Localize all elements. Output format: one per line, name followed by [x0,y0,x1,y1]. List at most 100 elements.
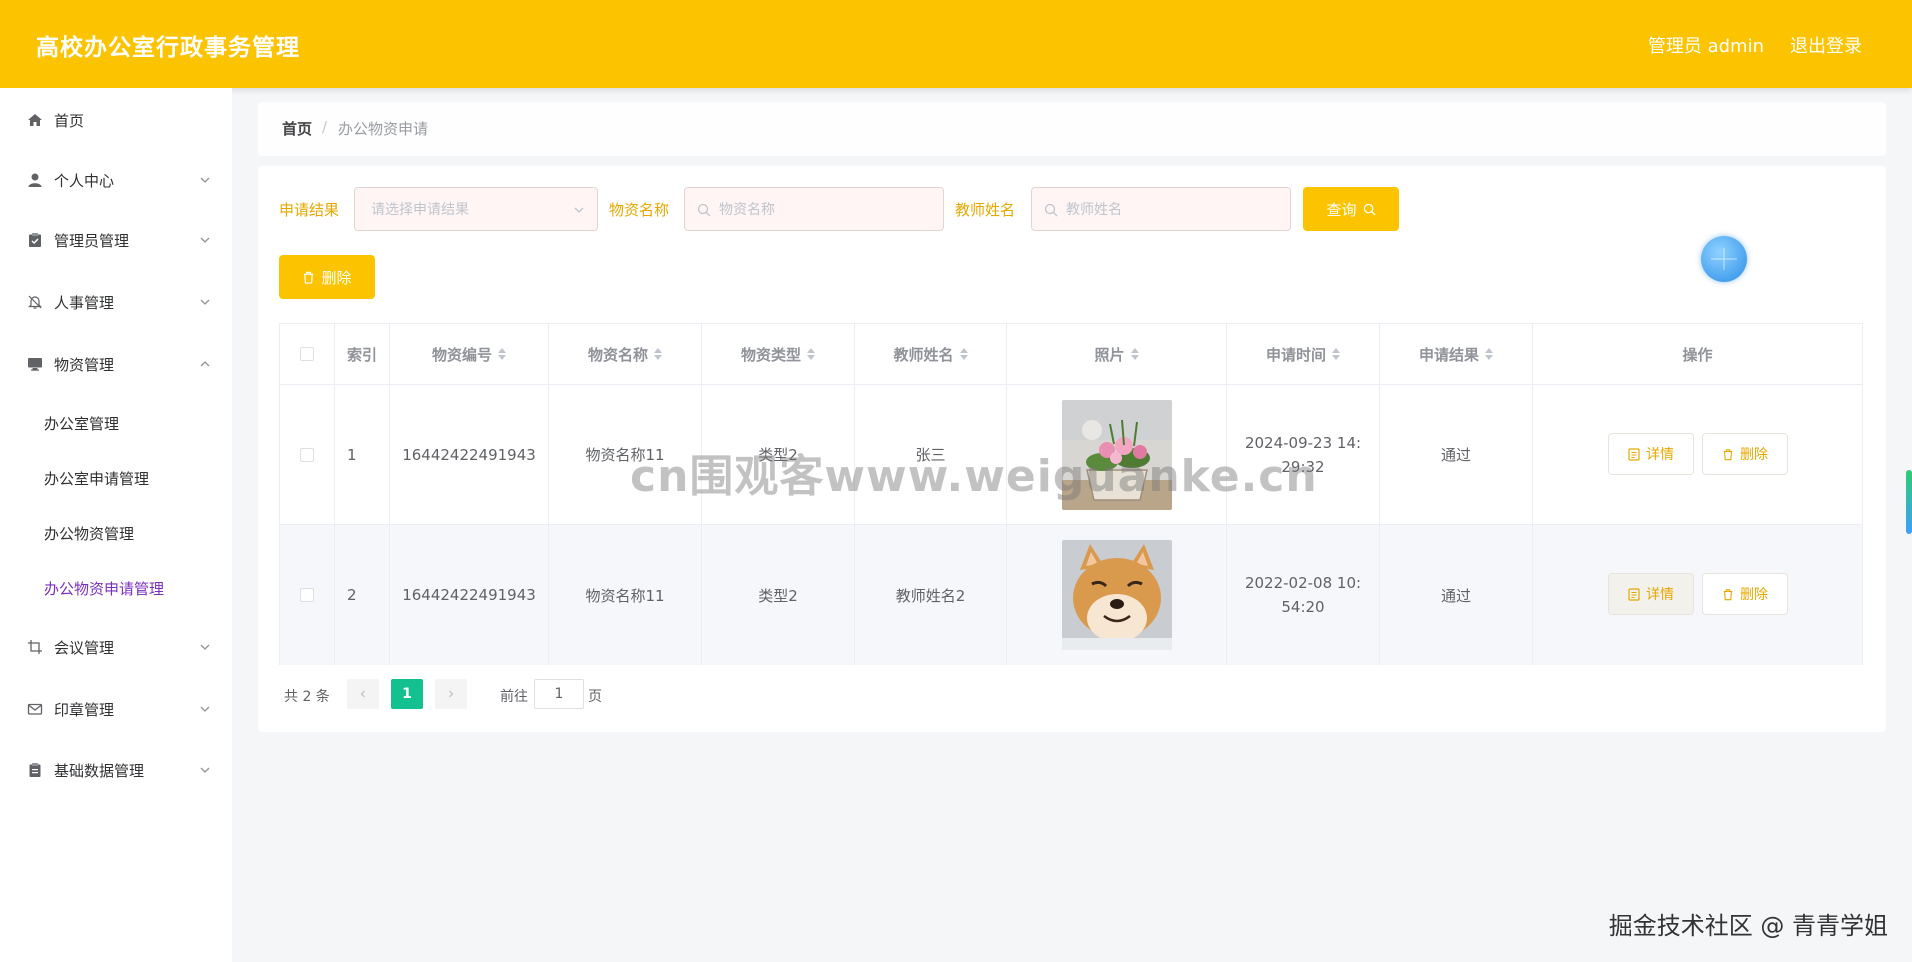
sidebar: 首页 个人中心 管理员管理 人事管理 物资管理 办公室管理 办公室申请管理 办公… [0,88,232,962]
logout-link[interactable]: 退出登录 [1790,32,1862,58]
floating-assistant-icon[interactable] [1701,236,1747,282]
header-teacher-label: 教师姓名 [893,345,954,364]
sidebar-subitem-office-application[interactable]: 办公室申请管理 [0,456,232,500]
row-name: 物资名称11 [549,525,702,665]
chevron-left-icon [360,690,365,698]
shiba-dog-photo[interactable] [1061,540,1172,650]
sort-icon[interactable] [1485,347,1493,361]
sidebar-item-materials-management[interactable]: 物资管理 [0,342,232,386]
row-select-cell [280,385,335,524]
row-actions: 详情 删除 [1533,525,1862,665]
sidebar-item-seal-management[interactable]: 印章管理 [0,687,232,731]
header-teacher[interactable]: 教师姓名 [855,324,1007,384]
teacher-input[interactable]: 教师姓名 [1031,187,1291,231]
header-time-label: 申请时间 [1265,345,1326,364]
row-delete-button[interactable]: 删除 [1702,433,1788,475]
row-result-value: 通过 [1440,586,1471,605]
batch-delete-label: 删除 [321,268,352,287]
header-name[interactable]: 物资名称 [549,324,702,384]
sort-icon[interactable] [959,347,968,361]
breadcrumb-home[interactable]: 首页 [282,118,312,139]
row-code: 16442422491943 [390,385,549,524]
sidebar-subitem-label: 办公室管理 [44,414,120,433]
sidebar-item-label: 物资管理 [54,355,115,374]
trash-icon [1723,588,1733,600]
row-code-value: 16442422491943 [402,586,536,604]
sidebar-subitem-office-management[interactable]: 办公室管理 [0,401,232,445]
row-teacher-value: 教师姓名2 [895,586,966,605]
sidebar-item-label: 基础数据管理 [54,761,145,780]
row-code-value: 16442422491943 [402,445,536,464]
sidebar-item-personal-center[interactable]: 个人中心 [0,158,232,202]
header-result[interactable]: 申请结果 [1380,324,1533,384]
search-icon [697,203,711,217]
header-name-label: 物资名称 [587,345,648,364]
sidebar-subitem-office-supplies[interactable]: 办公物资管理 [0,511,232,555]
table-header-row: 索引 物资编号 物资名称 物资类型 教师姓名 照片 申请时间 申请结果 操作 [280,324,1862,385]
row-delete-button[interactable]: 删除 [1702,573,1788,615]
top-header: 高校办公室行政事务管理 管理员 admin 退出登录 [0,0,1912,88]
batch-delete-button[interactable]: 删除 [279,255,375,299]
row-index-value: 2 [347,586,357,604]
sidebar-subitem-label: 办公物资管理 [44,524,135,543]
name-filter-label: 物资名称 [609,201,670,219]
chevron-down-icon [200,644,210,650]
goto-page-input[interactable]: 1 [534,679,584,709]
chevron-down-icon [574,207,584,213]
row-photo [1007,525,1227,665]
sidebar-item-admin-management[interactable]: 管理员管理 [0,218,232,262]
header-photo[interactable]: 照片 [1007,324,1227,384]
breadcrumb: 首页 / 办公物资申请 [258,102,1886,156]
header-code-label: 物资编号 [431,345,492,364]
sidebar-item-label: 人事管理 [54,293,115,312]
sidebar-subitem-supplies-application[interactable]: 办公物资申请管理 [0,566,232,610]
detail-button[interactable]: 详情 [1608,433,1694,475]
clipboard-check-icon [26,231,44,249]
sort-icon[interactable] [807,347,815,361]
result-select-placeholder: 请选择申请结果 [371,202,469,218]
header-actions-label: 操作 [1682,345,1713,364]
chevron-down-icon [200,299,210,305]
header-result-label: 申请结果 [1418,345,1479,364]
sidebar-item-label: 个人中心 [54,171,115,190]
page-button-1[interactable]: 1 [391,679,423,709]
name-input[interactable]: 物资名称 [684,187,944,231]
sort-icon[interactable] [654,347,662,361]
header-time[interactable]: 申请时间 [1227,324,1380,384]
row-delete-label: 删除 [1740,447,1768,463]
row-result: 通过 [1380,385,1533,524]
bell-off-icon [26,293,44,311]
search-icon [1044,203,1058,217]
search-icon [1363,203,1376,216]
sort-icon[interactable] [1332,347,1340,361]
query-button[interactable]: 查询 [1303,187,1399,231]
sidebar-item-hr-management[interactable]: 人事管理 [0,280,232,324]
header-code[interactable]: 物资编号 [390,324,549,384]
detail-button-label: 详情 [1646,587,1674,603]
sidebar-item-meeting-management[interactable]: 会议管理 [0,625,232,669]
row-checkbox[interactable] [300,588,314,602]
header-type[interactable]: 物资类型 [702,324,855,384]
sort-icon[interactable] [1130,347,1139,361]
sidebar-item-basic-data-management[interactable]: 基础数据管理 [0,748,232,792]
breadcrumb-current: 办公物资申请 [338,120,429,138]
prev-page-button[interactable] [347,679,379,709]
breadcrumb-separator: / [322,118,328,136]
next-page-button[interactable] [435,679,467,709]
sidebar-item-home[interactable]: 首页 [0,98,232,142]
sort-icon[interactable] [498,347,506,361]
document-icon [1628,447,1640,461]
sidebar-subitem-label: 办公物资申请管理 [44,579,165,598]
detail-button[interactable]: 详情 [1608,573,1694,615]
header-actions: 操作 [1533,324,1862,384]
clipboard-icon [26,761,44,779]
select-all-checkbox[interactable] [300,347,314,361]
goto-label: 前往 [500,689,528,705]
row-checkbox[interactable] [300,447,314,462]
pagination-total: 共 2 条 [284,689,330,705]
current-user-label: 管理员 admin [1647,36,1764,57]
result-select[interactable]: 请选择申请结果 [354,187,598,231]
side-scroll-indicator[interactable] [1906,470,1912,534]
table-row: 2 16442422491943 物资名称11 类型2 教师姓名2 2022-0… [280,525,1862,665]
chevron-up-icon [200,361,210,367]
